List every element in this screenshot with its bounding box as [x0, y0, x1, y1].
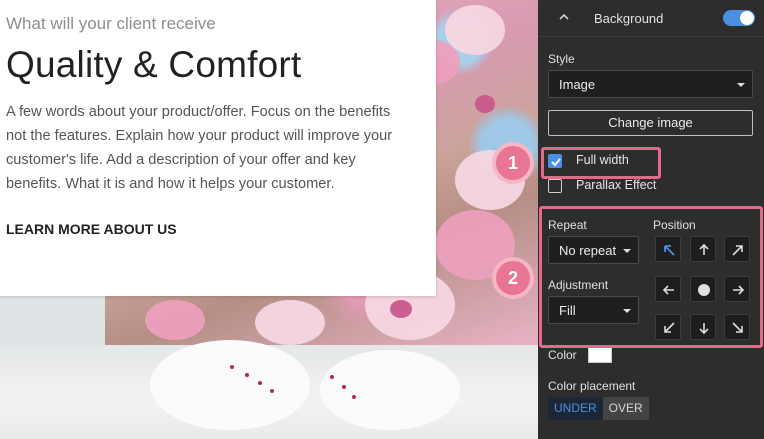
section-title: Background: [594, 11, 664, 26]
orchid-photo: [0, 340, 538, 439]
color-label: Color: [548, 348, 577, 362]
chevron-up-icon[interactable]: [558, 11, 570, 23]
background-toggle[interactable]: [723, 10, 755, 26]
placement-under-button[interactable]: UNDER: [548, 397, 603, 420]
color-placement-label: Color placement: [548, 379, 636, 393]
eyebrow-text: What will your client receive: [6, 14, 216, 33]
change-image-button[interactable]: Change image: [548, 110, 753, 136]
content-card: What will your client receive Quality & …: [0, 0, 436, 296]
style-label: Style: [548, 52, 575, 66]
parallax-label: Parallax Effect: [576, 178, 657, 192]
color-swatch[interactable]: [588, 346, 612, 363]
learn-more-link[interactable]: LEARN MORE ABOUT US: [6, 221, 430, 237]
style-value: Image: [559, 77, 596, 92]
parallax-checkbox[interactable]: [548, 179, 562, 193]
background-section-header[interactable]: Background: [538, 0, 764, 37]
parallax-option[interactable]: Parallax Effect: [548, 178, 688, 194]
page-title: Quality & Comfort: [6, 44, 302, 85]
body-text: A few words about your product/offer. Fo…: [6, 104, 393, 192]
style-select[interactable]: Image: [548, 70, 753, 98]
website-preview: What will your client receive Quality & …: [0, 0, 538, 439]
step-badge-1: 1: [496, 146, 530, 180]
highlight-box-1: [541, 147, 661, 179]
step-badge-2: 2: [496, 261, 530, 295]
chevron-down-icon: [737, 83, 745, 87]
placement-over-button[interactable]: OVER: [602, 397, 649, 420]
highlight-box-2: [539, 206, 763, 348]
color-placement-toggle: UNDER OVER: [548, 397, 649, 420]
